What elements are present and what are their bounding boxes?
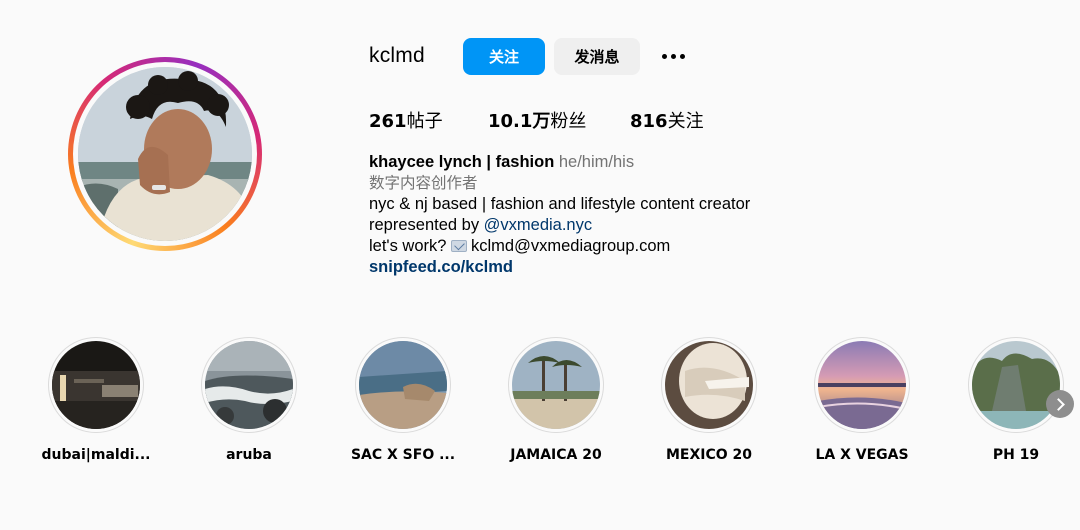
highlight-cover-image	[818, 341, 906, 429]
following-link[interactable]: 816关注	[630, 107, 704, 133]
story-highlight[interactable]: SAC X SFO ...	[351, 337, 455, 463]
external-link[interactable]: snipfeed.co/kclmd	[369, 257, 750, 278]
highlight-label: JAMAICA 20	[510, 447, 602, 463]
highlight-label: SAC X SFO ...	[350, 447, 456, 463]
message-button[interactable]: 发消息	[554, 38, 640, 75]
bio-name-line: khaycee lynch | fashion he/him/his	[369, 152, 750, 173]
highlight-ring	[355, 337, 451, 433]
highlight-ring	[48, 337, 144, 433]
highlight-ring	[814, 337, 910, 433]
highlight-cover-image	[972, 341, 1060, 429]
highlight-cover-image	[205, 341, 293, 429]
story-highlight[interactable]: dubai|maldi...	[42, 337, 150, 463]
avatar-gap	[73, 62, 257, 246]
bio-email: kclmd@vxmediagroup.com	[471, 237, 671, 255]
highlight-cover-image	[52, 341, 140, 429]
following-number: 816	[630, 111, 668, 132]
bio-line-2: represented by @vxmedia.nyc	[369, 215, 750, 236]
story-highlight[interactable]: LA X VEGAS	[814, 337, 910, 463]
bio-line-3: let's work? kclmd@vxmediagroup.com	[369, 236, 750, 257]
posts-label: 帖子	[406, 111, 443, 132]
profile-avatar[interactable]	[78, 67, 252, 241]
username: kclmd	[369, 44, 425, 67]
highlight-ring	[968, 337, 1064, 433]
pronouns: he/him/his	[558, 153, 635, 171]
mention-link[interactable]: @vxmedia.nyc	[484, 216, 592, 234]
bio-line-3-text: let's work?	[369, 237, 452, 255]
posts-count: 261帖子	[369, 107, 443, 133]
category-label: 数字内容创作者	[369, 174, 478, 192]
highlight-ring	[661, 337, 757, 433]
followers-number: 10.1万	[488, 111, 551, 132]
posts-number: 261	[369, 111, 407, 132]
followers-link[interactable]: 10.1万粉丝	[488, 107, 586, 133]
profile-bio: khaycee lynch | fashion he/him/his 数字内容创…	[369, 152, 750, 278]
display-name: khaycee lynch | fashion	[369, 153, 555, 171]
highlight-label: PH 19	[992, 447, 1040, 463]
bio-line-2-text: represented by	[369, 216, 484, 234]
story-highlight[interactable]: aruba	[201, 337, 297, 463]
following-label: 关注	[667, 111, 704, 132]
story-highlight[interactable]: JAMAICA 20	[508, 337, 604, 463]
profile-avatar-story-ring[interactable]	[68, 57, 262, 251]
bio-line-1: nyc & nj based | fashion and lifestyle c…	[369, 195, 751, 213]
envelope-icon	[451, 240, 468, 252]
followers-label: 粉丝	[550, 111, 587, 132]
highlight-label: MEXICO 20	[665, 447, 753, 463]
more-horizontal-icon[interactable]	[658, 44, 688, 68]
highlight-cover-image	[359, 341, 447, 429]
highlight-label: LA X VEGAS	[815, 447, 909, 463]
highlight-ring	[508, 337, 604, 433]
avatar-photo	[78, 67, 252, 241]
chevron-right-icon[interactable]	[1046, 390, 1074, 418]
highlight-cover-image	[512, 341, 600, 429]
highlight-label: dubai|maldi...	[41, 447, 151, 463]
story-highlight[interactable]: MEXICO 20	[661, 337, 757, 463]
highlight-cover-image	[665, 341, 753, 429]
highlight-ring	[201, 337, 297, 433]
highlight-label: aruba	[226, 447, 272, 463]
follow-button[interactable]: 关注	[463, 38, 545, 75]
